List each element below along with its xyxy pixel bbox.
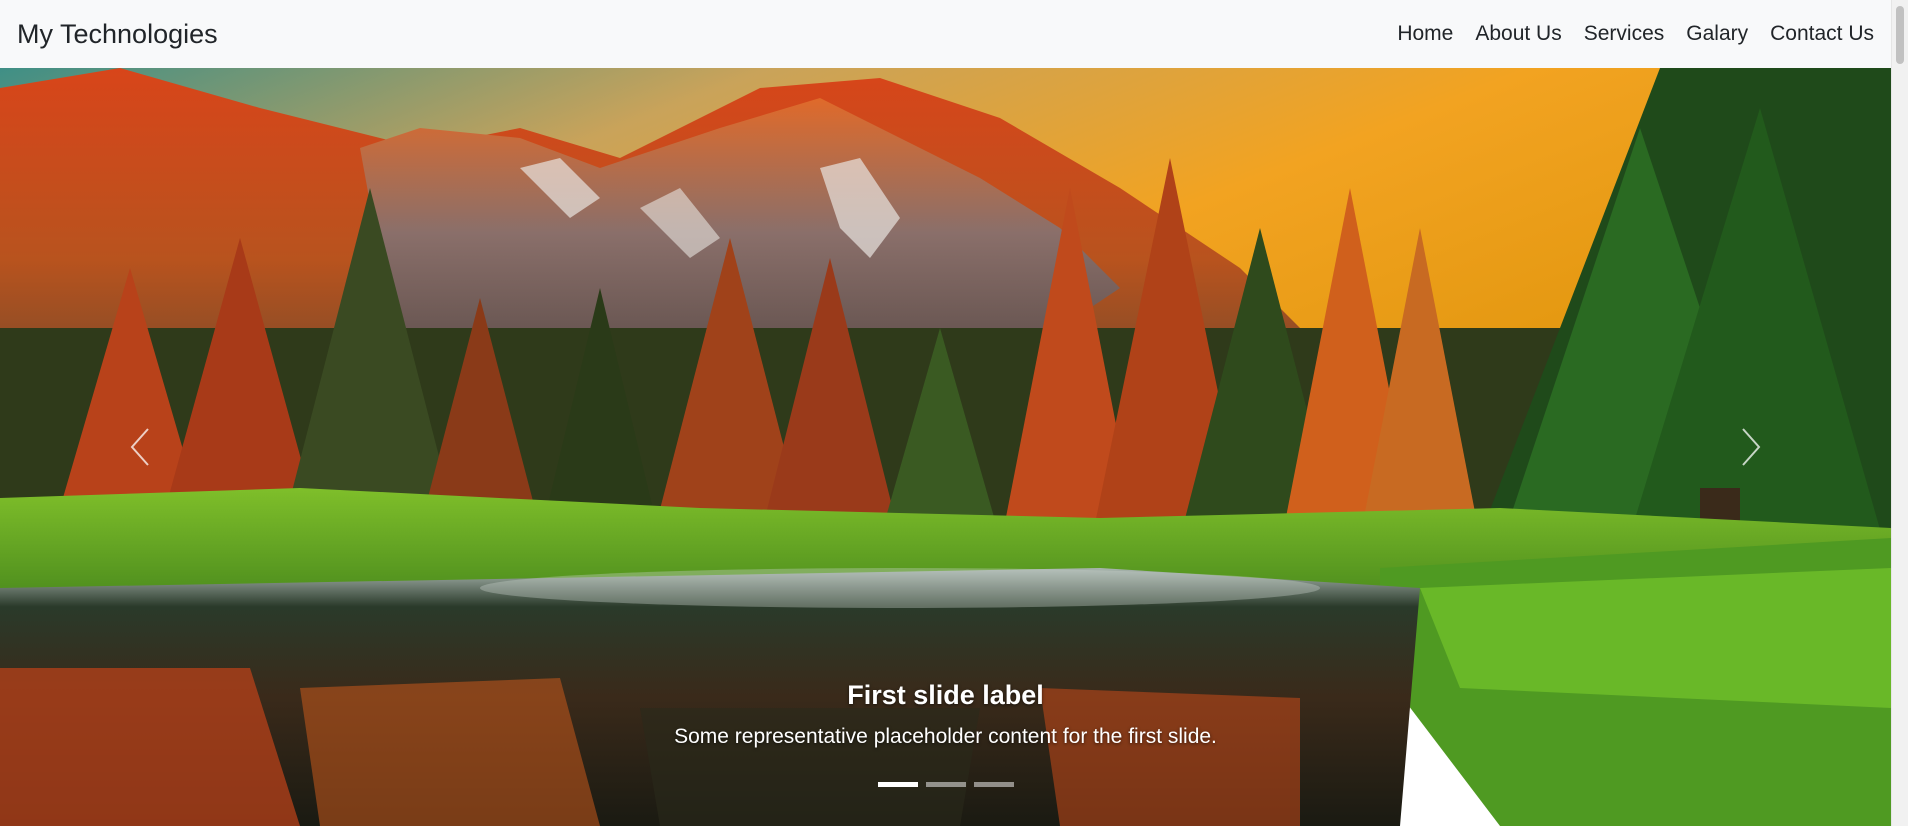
carousel-indicator[interactable]	[877, 782, 918, 787]
nav-link-galary[interactable]: Galary	[1686, 22, 1748, 46]
hero-carousel: First slide label Some representative pl…	[0, 68, 1891, 826]
nav-link-contact-us[interactable]: Contact Us	[1770, 22, 1874, 46]
nav-link-about-us[interactable]: About Us	[1475, 22, 1561, 46]
slide-label: First slide label	[847, 680, 1044, 710]
nav-link-home[interactable]: Home	[1397, 22, 1453, 46]
brand-link[interactable]: My Technologies	[17, 19, 218, 50]
carousel-indicators	[0, 782, 1891, 787]
carousel-indicator[interactable]	[925, 782, 966, 787]
page: My Technologies Home About Us Services G…	[0, 0, 1908, 826]
nav-link-services[interactable]: Services	[1584, 22, 1665, 46]
carousel-indicator[interactable]	[973, 782, 1014, 787]
chevron-left-icon	[130, 428, 149, 466]
scrollbar-thumb[interactable]	[1896, 6, 1904, 64]
slide-caption: First slide label Some representative pl…	[0, 680, 1891, 749]
page-scrollbar[interactable]	[1891, 0, 1908, 826]
nav-links: Home About Us Services Galary Contact Us	[1397, 22, 1874, 46]
chevron-right-icon	[1742, 428, 1761, 466]
navbar: My Technologies Home About Us Services G…	[0, 0, 1891, 68]
slide-text: Some representative placeholder content …	[674, 725, 1217, 748]
